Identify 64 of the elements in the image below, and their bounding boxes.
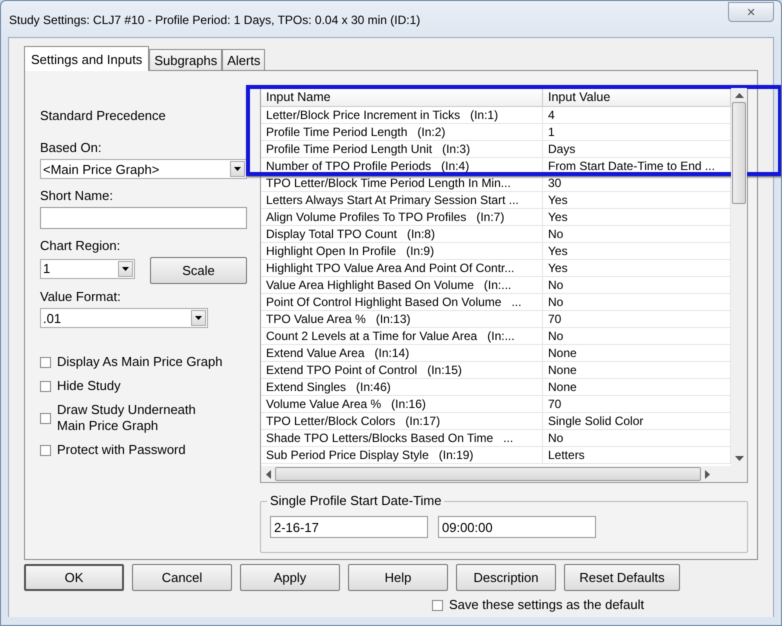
table-cell: Sub Period Price Display Style (In:19) [261,447,543,463]
table-cell: Value Area Highlight Based On Volume (In:... [261,277,543,293]
scroll-up-icon[interactable] [734,93,744,98]
table-cell: TPO Letter/Block Colors (In:17) [261,413,543,429]
table-cell: Shade TPO Letters/Blocks Based On Time ... [261,430,543,446]
group-title: Single Profile Start Date-Time [267,493,444,508]
table-cell: Profile Time Period Length Unit (In:3) [261,141,543,157]
scroll-right-icon[interactable] [705,470,710,478]
checkbox[interactable] [40,356,51,368]
table-cell: TPO Value Area % (In:13) [261,311,543,327]
scroll-down-icon[interactable] [734,456,744,461]
scale-button[interactable]: Scale [150,257,247,284]
scroll-thumb[interactable] [732,102,746,204]
checkbox[interactable] [40,380,51,392]
checkbox[interactable] [432,600,443,610]
checkbox[interactable] [40,444,51,456]
short-name-field[interactable] [40,207,247,229]
dialog-button[interactable]: Reset Defaults [564,564,680,591]
dialog-button[interactable]: Cancel [132,564,232,591]
window-title: Study Settings: CLJ7 #10 - Profile Period: 1 Days, TPOs: 0.04 x 30 min (ID:1) [9,13,420,27]
table-cell: Extend Singles (In:46) [261,379,543,395]
table-cell: Point Of Control Highlight Based On Volume ... [261,294,543,310]
table-cell: Count 2 Levels at a Time for Value Area (In:... [261,328,543,344]
precedence-label: Standard Precedence [40,108,167,123]
checkbox-label: Save these settings as the default [449,597,644,613]
table-cell: Display Total TPO Count (In:8) [261,226,543,242]
tab[interactable]: Settings and Inputs [24,46,150,71]
tab[interactable]: Subgraphs [149,49,222,70]
table-cell: TPO Letter/Block Time Period Length In Min... [261,175,543,191]
close-button[interactable]: ✕ [728,2,774,22]
checkbox-label: Protect with Password [57,442,187,458]
table-cell: Align Volume Profiles To TPO Profiles (In:7) [261,209,543,225]
dialog-button[interactable]: Apply [240,564,340,591]
table-cell: Profile Time Period Length (In:2) [261,124,543,140]
chart-region-label: Chart Region: [40,238,122,253]
based-on-label: Based On: [40,140,102,155]
table-cell: Number of TPO Profile Periods (In:4) [261,158,543,174]
checkbox[interactable] [40,412,51,424]
short-name-label: Short Name: [40,188,114,203]
value-format-label: Value Format: [40,289,122,304]
table-cell: Highlight TPO Value Area And Point Of Contr... [261,260,543,276]
scroll-thumb[interactable] [275,467,701,481]
checkbox-label: Hide Study [57,378,122,394]
table-cell: Volume Value Area % (In:16) [261,396,543,412]
dialog-button[interactable]: Description [456,564,556,591]
table-cell: Extend TPO Point of Control (In:15) [261,362,543,378]
dialog-button[interactable]: OK [24,564,124,591]
column-header[interactable]: Input Name [261,88,543,106]
based-on-dropdown[interactable]: <Main Price Graph> [40,159,247,179]
table-cell: Extend Value Area (In:14) [261,345,543,361]
date-field[interactable]: 2-16-17 [270,516,428,538]
tab[interactable]: Alerts [222,49,266,70]
table-cell: Letters Always Start At Primary Session Start ... [261,192,543,208]
scroll-left-icon[interactable] [266,470,271,478]
vertical-scrollbar[interactable] [731,88,747,466]
horizontal-scrollbar[interactable] [261,466,747,482]
table-cell: Letter/Block Price Increment in Ticks (In:1) [261,107,543,123]
time-field[interactable]: 09:00:00 [438,516,596,538]
checkbox-label: Display As Main Price Graph [57,354,224,370]
dialog-button[interactable]: Help [348,564,448,591]
chart-region-dropdown[interactable]: 1 [40,258,135,278]
value-format-dropdown[interactable]: .01 [40,308,208,328]
checkbox-label: Draw Study Underneath Main Price Graph [57,402,197,434]
table-cell: Highlight Open In Profile (In:9) [261,243,543,259]
